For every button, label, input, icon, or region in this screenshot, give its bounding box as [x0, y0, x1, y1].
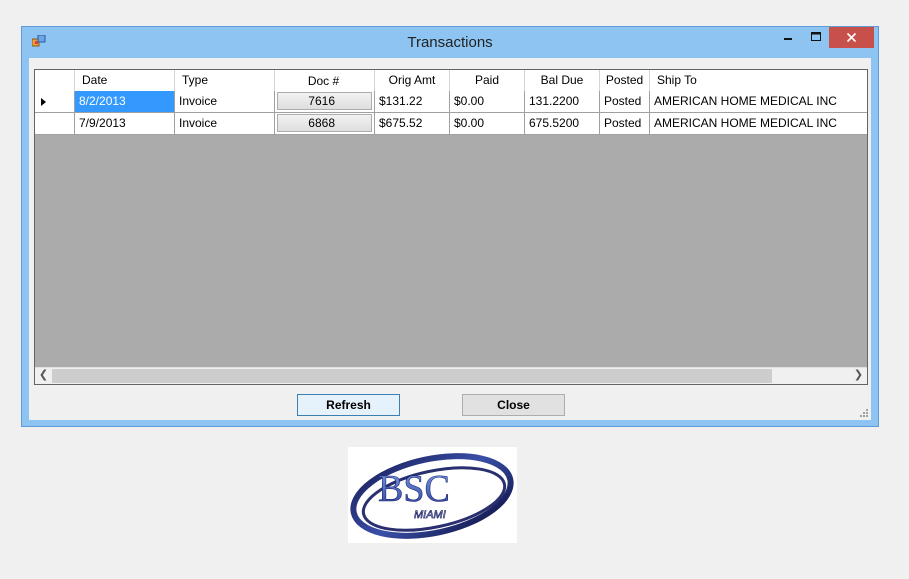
cell-doc-number: 7616	[275, 91, 375, 113]
cell-date[interactable]: 7/9/2013	[75, 113, 175, 135]
title-bar[interactable]: Transactions	[22, 27, 878, 57]
corner-header-cell[interactable]	[35, 70, 75, 92]
minimize-icon[interactable]	[775, 27, 801, 48]
column-header-paid[interactable]: Paid	[450, 70, 525, 92]
cell-type[interactable]: Invoice	[175, 113, 275, 135]
logo-subtext: MIAMI	[414, 509, 446, 521]
cell-doc-number: 6868	[275, 113, 375, 135]
close-button[interactable]: Close	[462, 394, 565, 416]
logo-text: BSC	[378, 468, 450, 510]
column-header-bal-due[interactable]: Bal Due	[525, 70, 600, 92]
cell-posted[interactable]: Posted	[600, 91, 650, 113]
close-icon[interactable]	[829, 27, 874, 48]
cell-ship-to[interactable]: AMERICAN HOME MEDICAL INC	[650, 91, 867, 113]
cell-paid[interactable]: $0.00	[450, 113, 525, 135]
grid-header-row: Date Type Doc # Orig Amt Paid Bal Due Po…	[35, 70, 867, 92]
cell-orig-amt[interactable]: $131.22	[375, 91, 450, 113]
cell-ship-to[interactable]: AMERICAN HOME MEDICAL INC	[650, 113, 867, 135]
cell-bal-due[interactable]: 131.2200	[525, 91, 600, 113]
doc-number-button[interactable]: 6868	[277, 114, 372, 132]
cell-type[interactable]: Invoice	[175, 91, 275, 113]
column-header-posted[interactable]: Posted	[600, 70, 650, 92]
maximize-icon[interactable]	[803, 27, 829, 48]
column-header-orig-amt[interactable]: Orig Amt	[375, 70, 450, 92]
row-header-cell[interactable]	[35, 91, 75, 113]
doc-number-button[interactable]: 7616	[277, 92, 372, 110]
cell-orig-amt[interactable]: $675.52	[375, 113, 450, 135]
row-header-cell[interactable]	[35, 113, 75, 135]
scroll-left-icon[interactable]: ❮	[35, 368, 52, 384]
cell-posted[interactable]: Posted	[600, 113, 650, 135]
window-title: Transactions	[407, 34, 493, 51]
scrollbar-thumb[interactable]	[52, 369, 772, 383]
column-header-doc-number[interactable]: Doc #	[275, 70, 375, 92]
refresh-button[interactable]: Refresh	[297, 394, 400, 416]
cell-date[interactable]: 8/2/2013	[75, 91, 175, 113]
cell-bal-due[interactable]: 675.5200	[525, 113, 600, 135]
column-header-date[interactable]: Date	[75, 70, 175, 92]
current-row-arrow-icon	[41, 98, 46, 106]
transactions-grid[interactable]: Date Type Doc # Orig Amt Paid Bal Due Po…	[34, 69, 868, 385]
table-row[interactable]: 7/9/2013 Invoice 6868 $675.52 $0.00 675.…	[35, 113, 867, 135]
resize-grip-icon[interactable]	[860, 409, 868, 417]
bsc-miami-logo: BSC MIAMI	[348, 447, 517, 543]
horizontal-scrollbar[interactable]: ❮ ❯	[35, 367, 867, 384]
cell-paid[interactable]: $0.00	[450, 91, 525, 113]
table-row[interactable]: 8/2/2013 Invoice 7616 $131.22 $0.00 131.…	[35, 91, 867, 113]
column-header-ship-to[interactable]: Ship To	[650, 70, 867, 92]
scroll-right-icon[interactable]: ❯	[850, 368, 867, 384]
column-header-type[interactable]: Type	[175, 70, 275, 92]
transactions-window: Transactions Date Type Doc # Orig Amt Pa…	[21, 26, 879, 427]
window-client-area: Date Type Doc # Orig Amt Paid Bal Due Po…	[29, 58, 871, 420]
